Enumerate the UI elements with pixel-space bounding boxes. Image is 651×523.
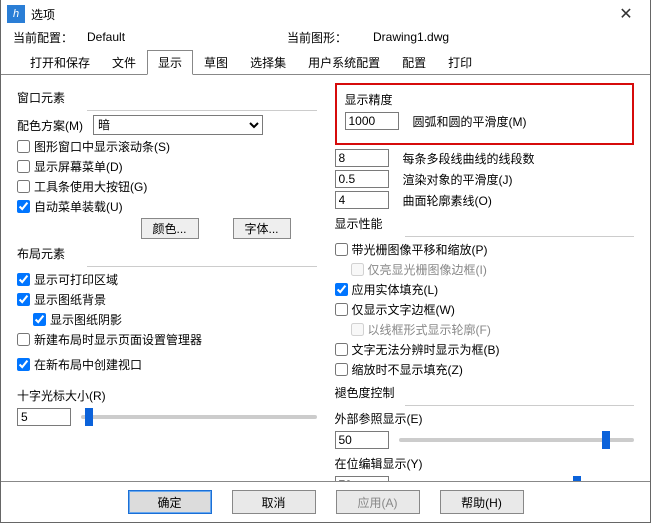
group-layout-elements: 布局元素	[17, 245, 317, 262]
opt-screen-menu[interactable]: 显示屏幕菜单(D)	[17, 158, 123, 175]
inplace-label: 在位编辑显示(Y)	[335, 455, 635, 472]
opt-big-buttons[interactable]: 工具条使用大按钮(G)	[17, 178, 147, 195]
highlight-box: 显示精度 圆弧和圆的平滑度(M)	[335, 83, 635, 145]
group-window-elements: 窗口元素	[17, 89, 317, 106]
xref-label: 外部参照显示(E)	[335, 410, 635, 427]
scheme-select[interactable]: 暗	[93, 115, 263, 135]
footer-buttons: 确定 取消 应用(A) 帮助(H)	[1, 481, 650, 522]
group-fade-control: 褪色度控制	[335, 384, 635, 401]
current-drawing-value: Drawing1.dwg	[373, 30, 449, 44]
opt-zoom-nofill[interactable]: 缩放时不显示填充(Z)	[335, 361, 463, 378]
opt-show-paper-bg[interactable]: 显示图纸背景	[17, 291, 106, 308]
help-button[interactable]: 帮助(H)	[440, 490, 524, 514]
opt-text-as-box[interactable]: 文字无法分辨时显示为框(B)	[335, 341, 500, 358]
group-display-precision: 显示精度	[345, 91, 625, 108]
arc-smooth-label: 圆弧和圆的平滑度(M)	[413, 113, 527, 130]
opt-scrollbars[interactable]: 图形窗口中显示滚动条(S)	[17, 138, 170, 155]
font-button[interactable]: 字体...	[233, 218, 291, 239]
opt-highlight-raster[interactable]: 仅亮显光栅图像边框(I)	[351, 261, 487, 278]
opt-create-viewport[interactable]: 在新布局中创建视口	[17, 356, 142, 373]
close-icon[interactable]: ✕	[608, 4, 644, 24]
tab-files[interactable]: 文件	[101, 50, 147, 75]
color-button[interactable]: 颜色...	[141, 218, 199, 239]
scheme-label: 配色方案(M)	[17, 117, 93, 134]
crosshair-label: 十字光标大小(R)	[17, 387, 317, 404]
tab-strip: 打开和保存 文件 显示 草图 选择集 用户系统配置 配置 打印	[1, 50, 650, 75]
tab-select[interactable]: 选择集	[239, 50, 297, 75]
contour-label: 曲面轮廓素线(O)	[403, 192, 492, 209]
opt-new-layout-mgr[interactable]: 新建布局时显示页面设置管理器	[17, 331, 202, 348]
xref-input[interactable]	[335, 431, 389, 449]
opt-wireframe[interactable]: 以线框形式显示轮廓(F)	[351, 321, 491, 338]
seg-label: 每条多段线曲线的线段数	[403, 150, 535, 167]
tab-config[interactable]: 配置	[391, 50, 437, 75]
opt-show-paper-shadow[interactable]: 显示图纸阴影	[33, 311, 122, 328]
seg-input[interactable]	[335, 149, 389, 167]
arc-smooth-input[interactable]	[345, 112, 399, 130]
apply-button[interactable]: 应用(A)	[336, 490, 420, 514]
render-smooth-input[interactable]	[335, 170, 389, 188]
cancel-button[interactable]: 取消	[232, 490, 316, 514]
group-display-perf: 显示性能	[335, 215, 635, 232]
opt-solid-fill[interactable]: 应用实体填充(L)	[335, 281, 439, 298]
opt-text-frame[interactable]: 仅显示文字边框(W)	[335, 301, 455, 318]
window-title: 选项	[31, 6, 55, 23]
config-header: 当前配置： Default 当前图形： Drawing1.dwg	[1, 28, 650, 48]
opt-auto-menu-load[interactable]: 自动菜单装载(U)	[17, 198, 123, 215]
xref-slider[interactable]	[399, 438, 635, 442]
tab-open-save[interactable]: 打开和保存	[19, 50, 101, 75]
current-config-value: Default	[87, 30, 287, 44]
tab-user[interactable]: 用户系统配置	[297, 50, 391, 75]
crosshair-slider[interactable]	[81, 415, 317, 419]
crosshair-control	[17, 408, 317, 426]
current-config-label: 当前配置：	[13, 29, 87, 46]
crosshair-input[interactable]	[17, 408, 71, 426]
tab-draft[interactable]: 草图	[193, 50, 239, 75]
tab-display[interactable]: 显示	[147, 50, 193, 75]
titlebar: h 选项 ✕	[1, 0, 650, 28]
render-smooth-label: 渲染对象的平滑度(J)	[403, 171, 513, 188]
current-drawing-label: 当前图形：	[287, 29, 373, 46]
contour-input[interactable]	[335, 191, 389, 209]
opt-raster-pan[interactable]: 带光栅图像平移和缩放(P)	[335, 241, 488, 258]
app-icon: h	[7, 5, 25, 23]
ok-button[interactable]: 确定	[128, 490, 212, 514]
opt-show-printable[interactable]: 显示可打印区域	[17, 271, 118, 288]
tab-print[interactable]: 打印	[437, 50, 483, 75]
